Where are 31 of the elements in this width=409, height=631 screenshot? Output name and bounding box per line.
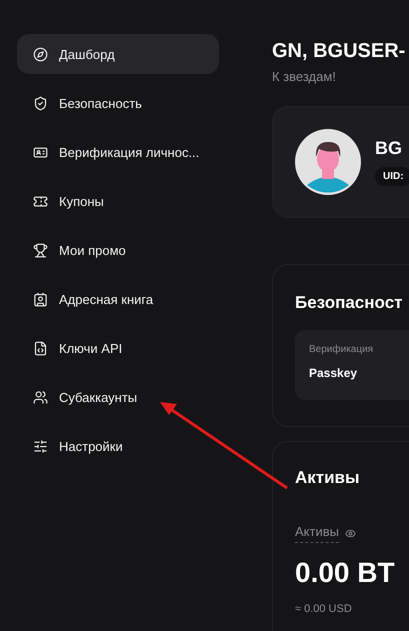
compass-icon: [33, 46, 48, 62]
sidebar-item[interactable]: Верификация личнос...: [17, 132, 219, 172]
security-title: Безопасност: [295, 293, 404, 313]
assets-amount: 0.00 BT: [295, 557, 396, 589]
sidebar-item[interactable]: Дашборд: [17, 34, 219, 74]
greeting-title: GN, BGUSER-: [272, 40, 406, 63]
sidebar-item[interactable]: Безопасность: [17, 83, 219, 123]
id-card-icon: [33, 144, 48, 160]
sidebar-item[interactable]: Купоны: [17, 181, 219, 221]
sidebar-item[interactable]: Субаккаунты: [17, 377, 219, 417]
sidebar-item[interactable]: Адресная книга: [17, 279, 219, 319]
contact-book-icon: [33, 292, 48, 306]
code-file-icon: [33, 340, 48, 356]
ticket-icon: [33, 194, 48, 208]
verification-label: Верификация: [309, 344, 374, 355]
assets-title: Активы: [295, 468, 361, 488]
sidebar-item[interactable]: Ключи API: [17, 328, 219, 368]
greeting-subtitle: К звездам!: [272, 69, 337, 84]
assets-label: Активы: [295, 524, 339, 543]
shield-icon: [33, 96, 48, 110]
assets-usd: ≈ 0.00 USD: [295, 603, 353, 615]
uid-badge: UID:: [375, 167, 409, 186]
avatar-icon: [295, 129, 361, 195]
sliders-icon: [33, 438, 48, 454]
sidebar-item[interactable]: Мои промо: [17, 230, 219, 270]
trophy-icon: [33, 242, 48, 258]
verification-value: Passkey: [309, 366, 358, 380]
user-name: BG: [375, 138, 403, 159]
users-icon: [33, 390, 48, 404]
sidebar-item[interactable]: Настройки: [17, 426, 219, 466]
eye-icon[interactable]: [344, 528, 356, 539]
